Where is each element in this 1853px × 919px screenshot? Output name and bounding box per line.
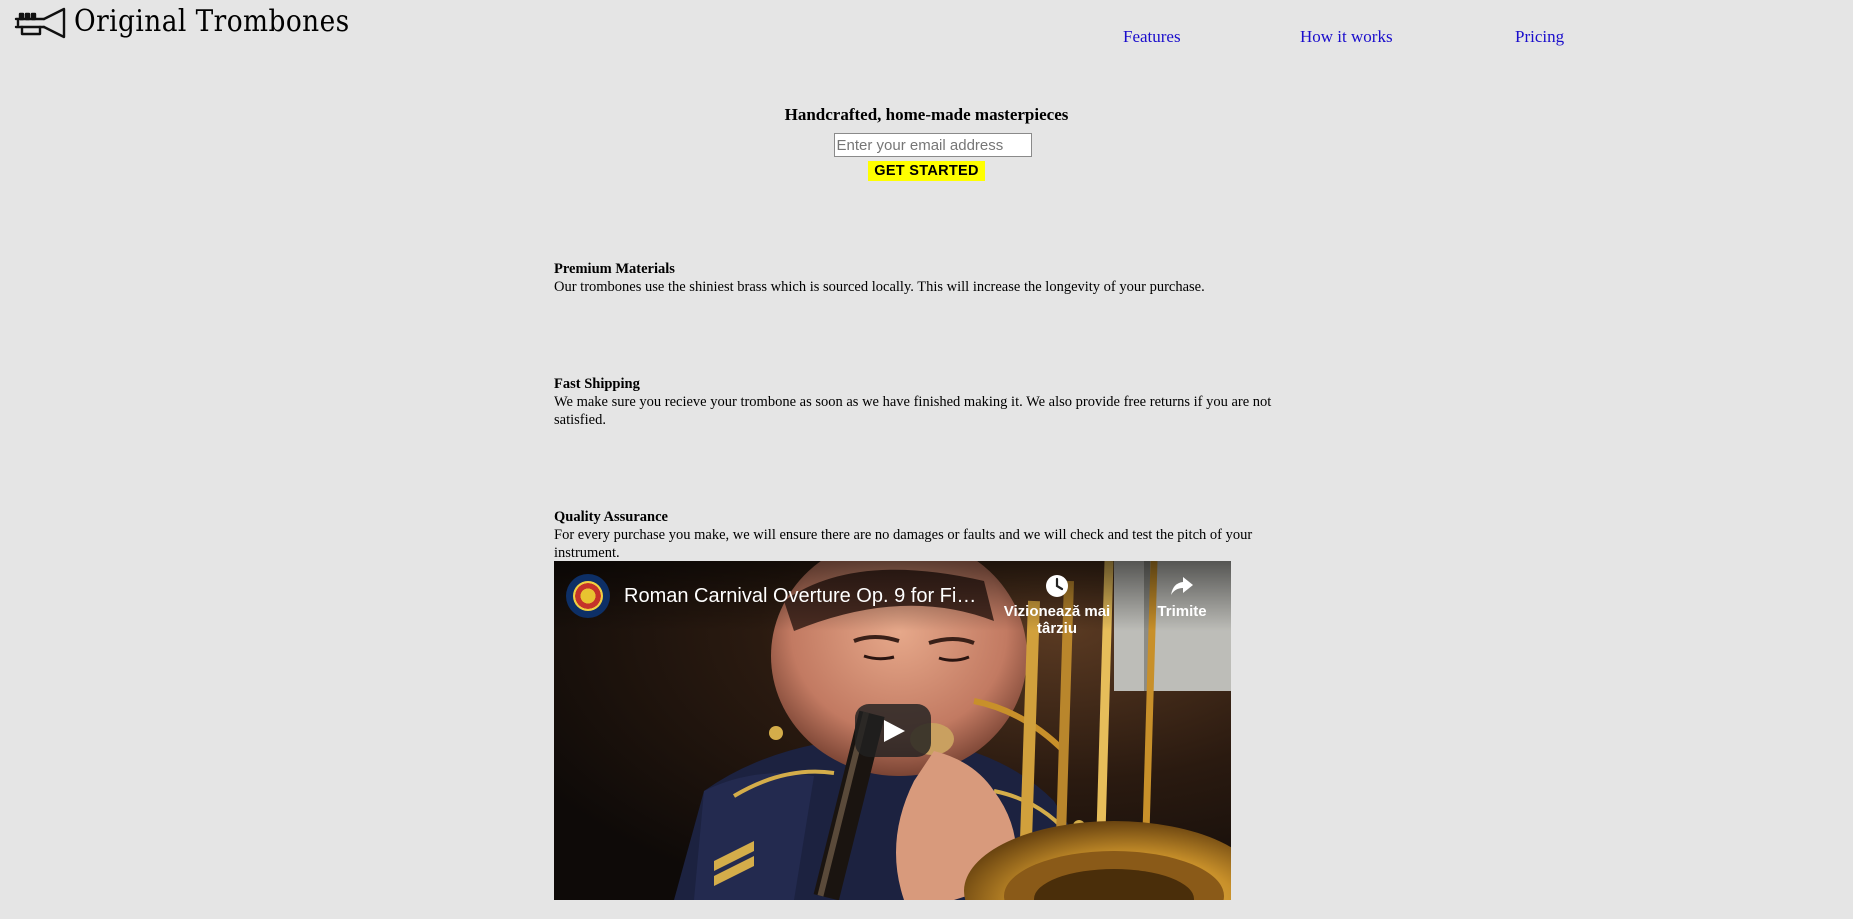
nav-link-features[interactable]: Features <box>1123 27 1181 47</box>
feature-title: Premium Materials <box>554 261 675 277</box>
play-button[interactable] <box>855 704 931 757</box>
header: Original Trombones Features How it works… <box>0 0 1853 60</box>
feature-description: For every purchase you make, we will ens… <box>554 527 1253 561</box>
video-player[interactable]: Roman Carnival Overture Op. 9 for Fi… Vi… <box>554 561 1231 900</box>
feature-title: Quality Assurance <box>554 509 668 525</box>
watch-later-label: Vizionează mai târziu <box>1003 603 1111 637</box>
feature-description: Our trombones use the shiniest brass whi… <box>554 279 1205 295</box>
email-input[interactable] <box>833 133 1032 157</box>
feature-title: Fast Shipping <box>554 376 640 392</box>
share-label: Trimite <box>1157 603 1207 620</box>
play-icon <box>884 720 905 742</box>
page: Original Trombones Features How it works… <box>0 0 1853 919</box>
nav-bar: Features How it works Pricing <box>0 27 1853 51</box>
nav-link-how-it-works[interactable]: How it works <box>1300 27 1393 47</box>
feature-description: We make sure you recieve your trombone a… <box>554 394 1272 428</box>
channel-avatar[interactable] <box>566 574 610 618</box>
feature-premium-materials: Premium Materials Our trombones use the … <box>554 260 1294 296</box>
feature-fast-shipping: Fast Shipping We make sure you recieve y… <box>554 375 1294 429</box>
watch-later-button[interactable]: Vizionează mai târziu <box>982 573 1132 637</box>
nav-link-pricing[interactable]: Pricing <box>1515 27 1564 47</box>
share-button[interactable]: Trimite <box>1152 573 1212 620</box>
get-started-button[interactable]: GET STARTED <box>868 161 985 181</box>
hero-section: Handcrafted, home-made masterpieces GET … <box>0 104 1853 181</box>
clock-icon <box>1046 575 1068 597</box>
share-arrow-icon <box>1171 577 1193 595</box>
video-title[interactable]: Roman Carnival Overture Op. 9 for Fi… <box>624 585 976 608</box>
hero-title: Handcrafted, home-made masterpieces <box>784 105 1069 124</box>
feature-quality-assurance: Quality Assurance For every purchase you… <box>554 508 1294 562</box>
